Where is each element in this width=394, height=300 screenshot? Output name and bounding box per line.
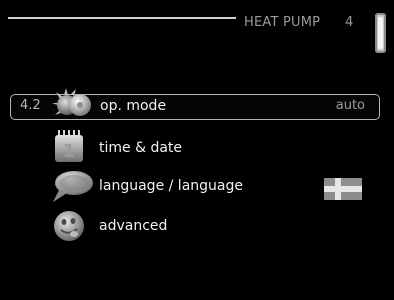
menu-item-label: advanced: [99, 218, 168, 234]
menu-number: 4: [345, 15, 354, 30]
swedish-flag-icon: [324, 178, 362, 200]
menu-item-label: time & date: [99, 140, 183, 156]
menu-item-label: op. mode: [100, 98, 167, 114]
calendar-icon: 1: [55, 130, 83, 162]
header-rule: [8, 17, 236, 19]
tongue-face-icon: [54, 211, 84, 241]
flag-cross-horizontal: [324, 186, 362, 192]
heat-pump-display: HEAT PUMP 4 4.2 op. mode auto time & dat…: [0, 0, 394, 300]
speech-bubble-icon: [53, 171, 93, 202]
header-title: HEAT PUMP: [244, 15, 321, 30]
sun-gear-icon: [52, 88, 91, 116]
scrollbar-thumb[interactable]: [378, 17, 383, 49]
menu-item-label: language / language: [99, 178, 243, 194]
scrollbar[interactable]: [375, 13, 386, 53]
menu-item-value: auto: [335, 98, 365, 113]
svg-text:1: 1: [63, 141, 76, 162]
menu-item-code: 4.2: [20, 98, 41, 113]
